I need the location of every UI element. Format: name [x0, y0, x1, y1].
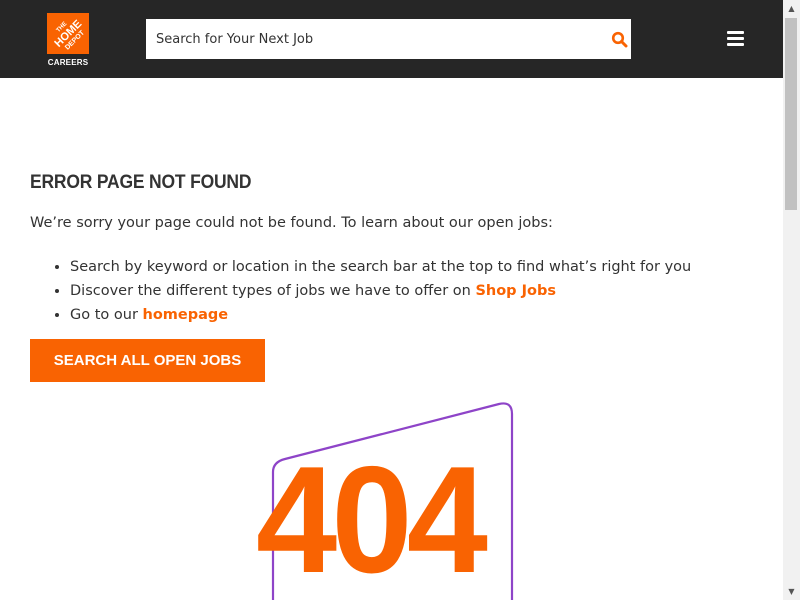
homepage-link[interactable]: homepage [143, 307, 229, 323]
vertical-scrollbar[interactable]: ▲ ▼ [783, 0, 800, 600]
careers-label: CAREERS [47, 58, 89, 67]
hamburger-menu-icon[interactable] [727, 31, 744, 46]
error-code-404: 404 [256, 435, 488, 605]
list-item: Go to our homepage [70, 305, 691, 329]
site-header: THE HOME DEPOT CAREERS [0, 0, 783, 78]
help-list: Search by keyword or location in the sea… [48, 257, 691, 329]
scroll-down-arrow-icon[interactable]: ▼ [783, 583, 800, 600]
home-depot-logo[interactable]: THE HOME DEPOT [47, 13, 89, 54]
scroll-up-arrow-icon[interactable]: ▲ [783, 0, 800, 17]
job-search-box [146, 19, 631, 59]
list-item-text: Go to our [70, 307, 143, 323]
list-item-text: Search by keyword or location in the sea… [70, 259, 692, 275]
search-all-jobs-button[interactable]: SEARCH ALL OPEN JOBS [30, 339, 265, 382]
intro-text: We’re sorry your page could not be found… [30, 215, 553, 231]
job-search-input[interactable] [146, 19, 586, 59]
scrollbar-thumb[interactable] [785, 18, 797, 210]
shop-jobs-link[interactable]: Shop Jobs [475, 283, 556, 299]
list-item: Search by keyword or location in the sea… [70, 257, 691, 281]
list-item: Discover the different types of jobs we … [70, 281, 691, 305]
search-icon[interactable] [611, 31, 628, 48]
list-item-text: Discover the different types of jobs we … [70, 283, 476, 299]
page-title: ERROR PAGE NOT FOUND [30, 172, 252, 193]
